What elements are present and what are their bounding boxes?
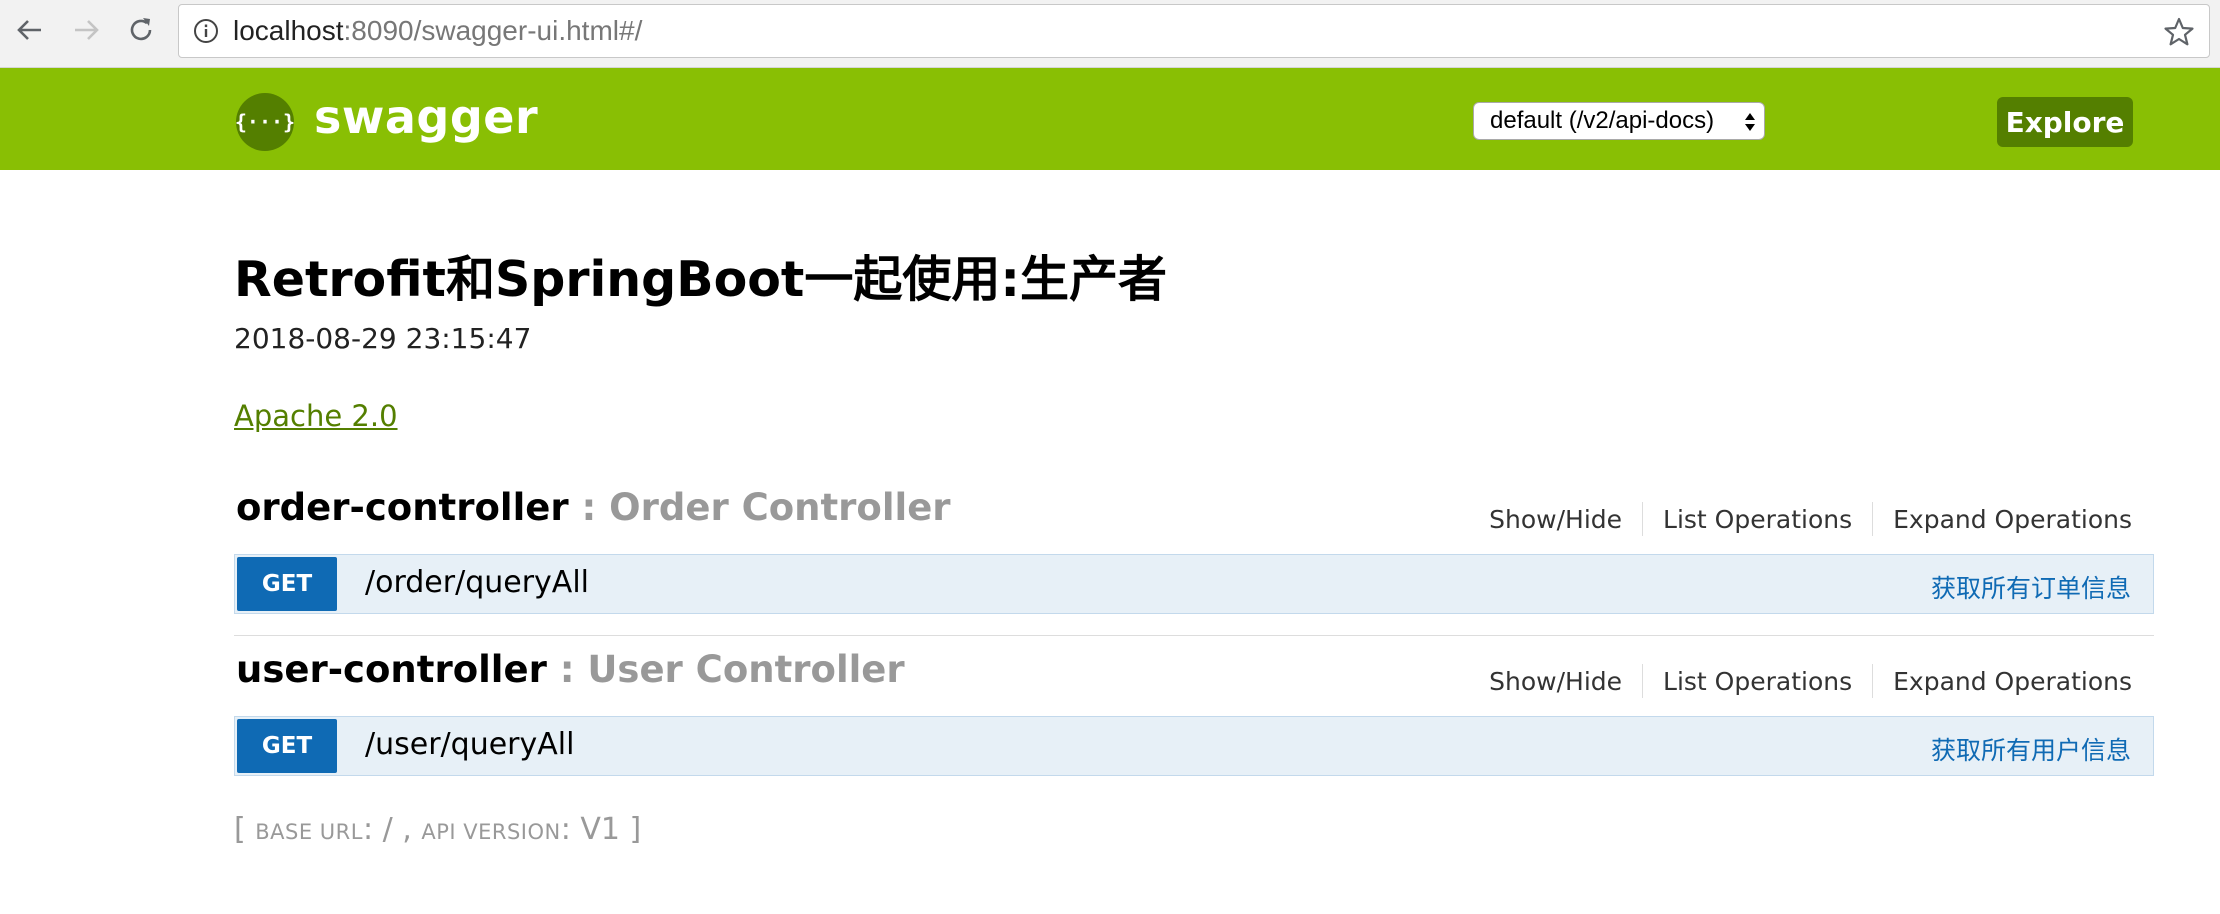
operation-path[interactable]: /user/queryAll xyxy=(365,727,574,762)
base-url-footer: [ BASE URL: / , API VERSION: V1 ] xyxy=(234,812,641,847)
reload-icon xyxy=(130,18,152,41)
resource-links-user: Show/Hide List Operations Expand Operati… xyxy=(1489,664,2132,698)
expand-operations-link[interactable]: Expand Operations xyxy=(1893,505,2132,534)
api-title: Retrofit和SpringBoot一起使用:生产者 xyxy=(234,251,1167,308)
arrow-left-icon xyxy=(17,20,41,40)
operation-get-user-queryall[interactable]: GET /user/queryAll 获取所有用户信息 xyxy=(234,716,2154,776)
footer-open-bracket: [ xyxy=(234,812,256,847)
operation-path[interactable]: /order/queryAll xyxy=(365,565,589,600)
address-bar[interactable]: localhost:8090/swagger-ui.html#/ xyxy=(178,4,2210,58)
link-separator xyxy=(1872,502,1874,536)
bookmark-star-icon[interactable] xyxy=(2163,16,2195,48)
swagger-title[interactable]: swagger xyxy=(314,90,538,144)
explore-button[interactable]: Explore xyxy=(1997,97,2133,147)
api-spec-select[interactable]: default (/v2/api-docs) xyxy=(1473,102,1765,140)
link-separator xyxy=(1642,664,1644,698)
resource-heading-user: user-controller : User Controller xyxy=(236,648,905,691)
back-button[interactable] xyxy=(8,8,52,52)
expand-operations-link[interactable]: Expand Operations xyxy=(1893,667,2132,696)
info-icon[interactable] xyxy=(193,18,219,44)
resource-links-order: Show/Hide List Operations Expand Operati… xyxy=(1489,502,2132,536)
resource-description: : User Controller xyxy=(546,648,905,691)
url-path: :8090/swagger-ui.html#/ xyxy=(343,15,643,46)
link-separator xyxy=(1872,664,1874,698)
swagger-logo-icon[interactable]: {···} xyxy=(235,93,295,151)
operation-summary[interactable]: 获取所有订单信息 xyxy=(1931,569,2131,605)
swagger-header: {···} swagger default (/v2/api-docs) Exp… xyxy=(0,68,2220,170)
resource-name[interactable]: order-controller xyxy=(236,486,569,529)
http-method-badge[interactable]: GET xyxy=(237,719,337,773)
show-hide-link[interactable]: Show/Hide xyxy=(1489,667,1622,696)
reload-button[interactable] xyxy=(119,8,163,52)
http-method-badge[interactable]: GET xyxy=(237,557,337,611)
url-text[interactable]: localhost:8090/swagger-ui.html#/ xyxy=(233,15,642,47)
list-operations-link[interactable]: List Operations xyxy=(1663,505,1852,534)
list-operations-link[interactable]: List Operations xyxy=(1663,667,1852,696)
select-arrows-icon xyxy=(1745,113,1755,131)
api-spec-select-value: default (/v2/api-docs) xyxy=(1490,107,1715,134)
operation-summary[interactable]: 获取所有用户信息 xyxy=(1931,731,2131,767)
base-url-label: BASE URL xyxy=(255,820,363,844)
license-link[interactable]: Apache 2.0 xyxy=(234,399,398,433)
api-version-label: API VERSION xyxy=(421,820,561,844)
api-version-value: : V1 ] xyxy=(560,812,642,847)
forward-button[interactable] xyxy=(64,8,108,52)
resource-divider xyxy=(234,635,2154,636)
resource-heading-order: order-controller : Order Controller xyxy=(236,486,951,529)
api-description: 2018-08-29 23:15:47 xyxy=(234,322,532,355)
browser-toolbar: localhost:8090/swagger-ui.html#/ xyxy=(0,0,2220,68)
link-separator xyxy=(1642,502,1644,536)
resource-description: : Order Controller xyxy=(568,486,951,529)
show-hide-link[interactable]: Show/Hide xyxy=(1489,505,1622,534)
base-url-value: : / , xyxy=(362,812,422,847)
operation-get-order-queryall[interactable]: GET /order/queryAll 获取所有订单信息 xyxy=(234,554,2154,614)
resource-name[interactable]: user-controller xyxy=(236,648,547,691)
arrow-right-icon xyxy=(75,20,99,40)
url-host: localhost xyxy=(233,15,344,46)
